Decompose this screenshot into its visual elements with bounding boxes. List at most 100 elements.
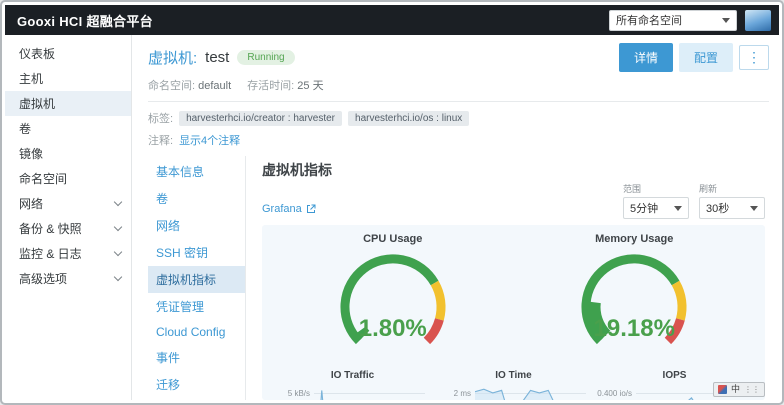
grafana-link[interactable]: Grafana [262, 203, 316, 215]
annotations-row: 注释: 显示4个注释 [148, 132, 769, 148]
tab-networks[interactable]: 网络 [148, 212, 245, 239]
config-button[interactable]: 配置 [679, 43, 733, 72]
details-button[interactable]: 详情 [619, 43, 673, 72]
namespace-value: default [198, 80, 231, 92]
memory-usage-value: 19.18% [514, 315, 756, 343]
tab-volumes[interactable]: 卷 [148, 185, 245, 212]
ime-toolbar[interactable]: 中 ⋮⋮ [713, 382, 765, 397]
tab-vm-metrics[interactable]: 虚拟机指标 [148, 266, 245, 293]
labels-row: 标签: harvesterhci.io/creator : harvester … [148, 110, 769, 126]
metrics-title: 虚拟机指标 [262, 160, 765, 180]
range-label: 范围 [623, 182, 689, 195]
sidebar-item-dashboard[interactable]: 仪表板 [5, 41, 131, 66]
age-meta: 存活时间: 25 天 [247, 77, 323, 93]
gauge-title: CPU Usage [272, 233, 514, 245]
tab-migration[interactable]: 迁移 [148, 371, 245, 398]
sidebar: 仪表板 主机 虚拟机 卷 镜像 命名空间 网络 备份 & 快照 监控 & 日志 … [5, 35, 132, 400]
metrics-toolbar: Grafana 范围 5分钟 [262, 182, 765, 219]
main-content: 虚拟机: test Running 详情 配置 ⋮ 命名空间: default … [132, 35, 779, 400]
sidebar-item-label: 仪表板 [19, 45, 55, 62]
range-select[interactable]: 5分钟 [623, 197, 689, 219]
sidebar-item-label: 备份 & 快照 [19, 220, 82, 237]
resource-name: test [205, 49, 229, 66]
brand-title: Gooxi HCI 超融合平台 [17, 11, 153, 30]
gauge-arc [308, 245, 478, 363]
app-body: 仪表板 主机 虚拟机 卷 镜像 命名空间 网络 备份 & 快照 监控 & 日志 … [5, 35, 779, 400]
label-chip: harvesterhci.io/os : linux [348, 111, 469, 126]
sidebar-item-label: 网络 [19, 195, 43, 212]
namespace-meta: 命名空间: default [148, 77, 231, 93]
ime-language-label: 中 [731, 385, 740, 394]
status-badge: Running [237, 50, 294, 65]
y-tick: 2 ms [433, 388, 475, 400]
sidebar-item-networks[interactable]: 网络 [5, 191, 131, 216]
tab-ssh-keys[interactable]: SSH 密钥 [148, 239, 245, 266]
more-actions-button[interactable]: ⋮ [739, 45, 769, 69]
tab-credentials[interactable]: 凭证管理 [148, 293, 245, 320]
gauge-arc [549, 245, 719, 363]
sidebar-item-hosts[interactable]: 主机 [5, 66, 131, 91]
ime-indicator-icon [718, 385, 727, 394]
range-control: 范围 5分钟 [623, 182, 689, 219]
sidebar-item-images[interactable]: 镜像 [5, 141, 131, 166]
mini-charts-row: IO Traffic 5 kB/s 4 kB/s 3 kB/s [272, 370, 755, 400]
io-traffic-plot [314, 383, 425, 400]
tab-cloud-config[interactable]: Cloud Config [148, 320, 245, 344]
age-label: 存活时间: [247, 80, 294, 92]
labels-label: 标签: [148, 110, 173, 126]
memory-usage-gauge: Memory Usage 19.18% [514, 233, 756, 368]
sidebar-item-namespaces[interactable]: 命名空间 [5, 166, 131, 191]
sidebar-item-volumes[interactable]: 卷 [5, 116, 131, 141]
refresh-value: 30秒 [706, 200, 729, 216]
chevron-down-icon [114, 248, 122, 256]
y-axis-ticks: 0.400 io/s 0.300 io/s 0.200 io/s [594, 383, 636, 400]
detail-content: 基本信息 卷 网络 SSH 密钥 虚拟机指标 凭证管理 Cloud Config… [148, 156, 769, 400]
page-title-row: 虚拟机: test Running 详情 配置 ⋮ [148, 43, 769, 72]
io-traffic-chart-block: IO Traffic 5 kB/s 4 kB/s 3 kB/s [272, 370, 433, 400]
gauge-title: Memory Usage [514, 233, 756, 245]
y-tick: 0.400 io/s [594, 388, 636, 400]
app: Gooxi HCI 超融合平台 所有命名空间 仪表板 主机 虚拟机 卷 镜像 命… [5, 5, 779, 400]
charts-panel: CPU Usage 1.80% [262, 225, 765, 400]
age-value: 25 天 [297, 80, 323, 92]
namespace-label: 命名空间: [148, 80, 195, 92]
gauge-row: CPU Usage 1.80% [272, 233, 755, 368]
chart-area: 5 kB/s 4 kB/s 3 kB/s [272, 383, 433, 400]
label-chip: harvesterhci.io/creator : harvester [179, 111, 342, 126]
io-time-plot [475, 383, 586, 400]
y-axis-ticks: 5 kB/s 4 kB/s 3 kB/s [272, 383, 314, 400]
window-frame: Gooxi HCI 超融合平台 所有命名空间 仪表板 主机 虚拟机 卷 镜像 命… [0, 0, 784, 405]
sidebar-item-backup-snapshot[interactable]: 备份 & 快照 [5, 216, 131, 241]
chevron-down-icon [722, 18, 730, 23]
y-tick: 5 kB/s [272, 388, 314, 400]
sidebar-item-label: 主机 [19, 70, 43, 87]
sidebar-item-label: 监控 & 日志 [19, 245, 82, 262]
namespace-filter-select[interactable]: 所有命名空间 [609, 10, 737, 31]
sidebar-item-label: 高级选项 [19, 270, 67, 287]
chart-title: IO Time [433, 370, 594, 381]
tab-events[interactable]: 事件 [148, 344, 245, 371]
user-avatar[interactable] [745, 10, 771, 31]
resource-type-link[interactable]: 虚拟机: [148, 47, 197, 68]
grafana-link-label: Grafana [262, 203, 302, 215]
metrics-panel: 虚拟机指标 Grafana 范围 [246, 156, 769, 400]
sidebar-item-label: 镜像 [19, 145, 43, 162]
namespace-filter-value: 所有命名空间 [616, 12, 682, 28]
refresh-label: 刷新 [699, 182, 765, 195]
sidebar-item-virtual-machines[interactable]: 虚拟机 [5, 91, 131, 116]
detail-tab-nav: 基本信息 卷 网络 SSH 密钥 虚拟机指标 凭证管理 Cloud Config… [148, 156, 246, 400]
sidebar-item-label: 卷 [19, 120, 31, 137]
tab-basic-info[interactable]: 基本信息 [148, 158, 245, 185]
sidebar-item-advanced[interactable]: 高级选项 [5, 266, 131, 291]
refresh-control: 刷新 30秒 [699, 182, 765, 219]
chart-area: 2 ms 1.50 ms 1 ms [433, 383, 594, 400]
show-annotations-link[interactable]: 显示4个注释 [179, 132, 240, 148]
resource-meta-row: 命名空间: default 存活时间: 25 天 [148, 77, 769, 93]
sidebar-item-monitoring-logs[interactable]: 监控 & 日志 [5, 241, 131, 266]
cpu-usage-value: 1.80% [272, 315, 514, 343]
range-value: 5分钟 [630, 200, 658, 216]
page-actions: 详情 配置 ⋮ [619, 43, 769, 72]
refresh-select[interactable]: 30秒 [699, 197, 765, 219]
metrics-controls: 范围 5分钟 刷新 30秒 [623, 182, 765, 219]
chevron-down-icon [114, 223, 122, 231]
